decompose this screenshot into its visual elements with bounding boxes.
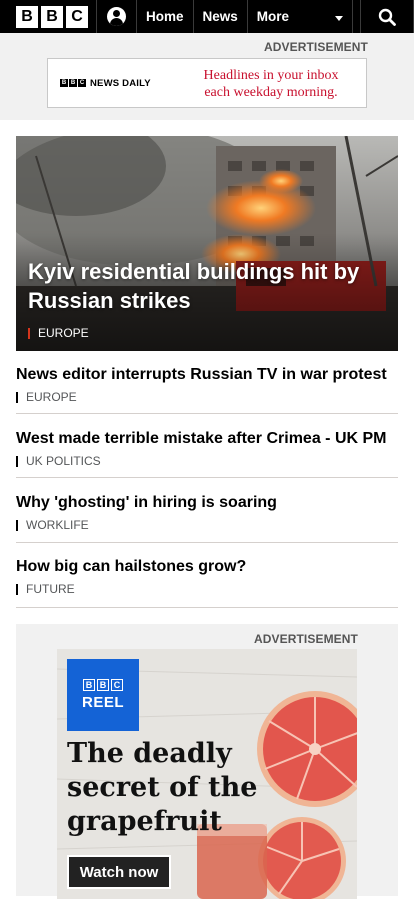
account-button[interactable]	[97, 0, 137, 33]
ad-headline: The deadly secret of the grapefruit	[67, 738, 258, 837]
mini-logo-letter: C	[78, 79, 86, 87]
story-tag[interactable]: WORKLIFE	[16, 518, 398, 532]
reel-word: REEL	[81, 694, 124, 711]
logo-letter: C	[66, 5, 88, 28]
hero-image	[16, 136, 398, 351]
hero-story[interactable]: Kyiv residential buildings hit by Russia…	[16, 136, 398, 351]
news-daily-brand: NEWS DAILY	[90, 77, 151, 89]
ad-headline: Headlines in your inbox each weekday mor…	[181, 67, 361, 101]
news-daily-logo: B B C NEWS DAILY	[60, 78, 151, 89]
bottom-ad-area: ADVERTISEMENT B B C REEL The deadly secr…	[16, 624, 398, 899]
reel-letter: B	[97, 679, 109, 691]
bbc-reel-ad[interactable]: B B C REEL The deadly secret of the grap…	[57, 649, 357, 899]
hero-tag[interactable]: EUROPE	[28, 326, 89, 340]
top-nav-bar: B B C Home News More	[0, 0, 414, 33]
story-title[interactable]: Why 'ghosting' in hiring is soaring	[16, 493, 398, 513]
bbc-reel-logo: B B C REEL	[67, 659, 139, 731]
story-item[interactable]: West made terrible mistake after Crimea …	[16, 429, 398, 478]
story-title[interactable]: West made terrible mistake after Crimea …	[16, 429, 398, 449]
story-tag-label: FUTURE	[26, 582, 75, 596]
ad-headline-line1: Headlines in your inbox	[203, 68, 339, 83]
nav-more-label: More	[256, 9, 290, 24]
ad-label: ADVERTISEMENT	[264, 40, 368, 54]
mini-logo-letter: B	[69, 79, 77, 87]
story-tag[interactable]: EUROPE	[16, 390, 398, 404]
hero-tag-label: EUROPE	[38, 326, 89, 340]
story-item[interactable]: News editor interrupts Russian TV in war…	[16, 365, 398, 414]
search-icon	[378, 8, 396, 26]
search-button[interactable]	[360, 0, 414, 33]
logo-letter: B	[41, 5, 63, 28]
news-daily-ad[interactable]: B B C NEWS DAILY Headlines in your inbox…	[47, 58, 367, 108]
story-tag-label: UK POLITICS	[26, 454, 101, 468]
account-icon	[107, 7, 126, 26]
hero-title: Kyiv residential buildings hit by Russia…	[28, 259, 360, 313]
reel-letters: B B C	[83, 679, 123, 691]
story-tag[interactable]: FUTURE	[16, 582, 398, 596]
tag-marker	[16, 455, 18, 467]
mini-logo-letter: B	[60, 79, 68, 87]
tag-marker	[16, 519, 18, 531]
tag-marker	[16, 583, 18, 595]
story-tag-label: WORKLIFE	[26, 518, 89, 532]
nav-home[interactable]: Home	[137, 0, 194, 33]
ad-label: ADVERTISEMENT	[254, 632, 358, 646]
story-title[interactable]: How big can hailstones grow?	[16, 557, 398, 577]
story-tag[interactable]: UK POLITICS	[16, 454, 398, 468]
reel-letter: B	[83, 679, 95, 691]
logo-letter: B	[16, 5, 38, 28]
tag-marker	[16, 391, 18, 403]
bbc-logo[interactable]: B B C	[0, 0, 97, 33]
top-ad-area: ADVERTISEMENT B B C NEWS DAILY Headlines…	[0, 33, 414, 120]
nav-more[interactable]: More	[248, 0, 353, 33]
nav-news[interactable]: News	[194, 0, 248, 33]
tag-marker	[28, 327, 30, 339]
story-item[interactable]: How big can hailstones grow? FUTURE	[16, 557, 398, 608]
watch-now-button[interactable]: Watch now	[67, 855, 171, 889]
reel-letter: C	[111, 679, 123, 691]
story-tag-label: EUROPE	[26, 390, 77, 404]
ad-headline-line2: each weekday morning.	[204, 85, 338, 100]
story-title[interactable]: News editor interrupts Russian TV in war…	[16, 365, 398, 385]
story-item[interactable]: Why 'ghosting' in hiring is soaring WORK…	[16, 493, 398, 543]
chevron-down-icon	[334, 16, 343, 21]
